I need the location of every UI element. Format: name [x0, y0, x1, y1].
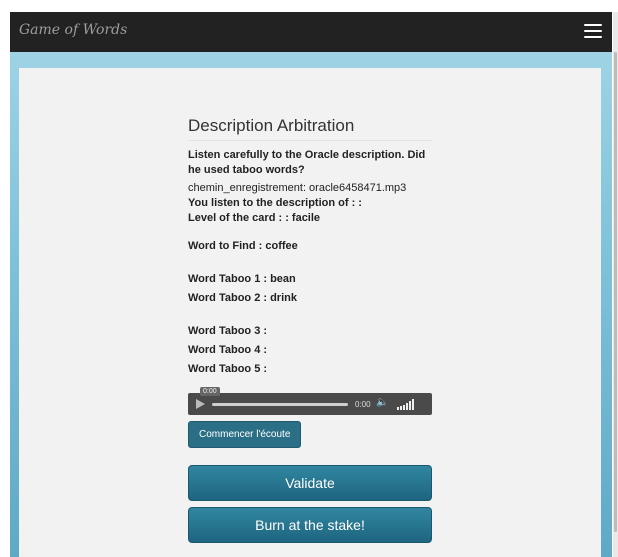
taboo-word-2: Word Taboo 2 : drink [188, 292, 297, 304]
taboo-word-3: Word Taboo 3 : [188, 325, 268, 337]
listen-to-text: You listen to the description of : : [188, 197, 362, 209]
audio-player: 0:00 0:00 🔈 [188, 387, 432, 415]
brand-logo[interactable]: Game of Words [19, 22, 127, 38]
taboo-word-5: Word Taboo 5 : [188, 363, 268, 375]
play-icon[interactable] [196, 399, 205, 409]
burn-button[interactable]: Burn at the stake! [188, 507, 432, 543]
word-to-find: Word to Find : coffee [188, 240, 298, 252]
scrollbar-thumb[interactable] [614, 52, 617, 532]
hamburger-icon[interactable] [584, 24, 602, 38]
scrollbar[interactable] [613, 12, 618, 557]
current-time: 0:00 [355, 400, 371, 409]
page-title: Description Arbitration [188, 116, 432, 141]
instruction-text: Listen carefully to the Oracle descripti… [188, 149, 426, 176]
navbar: Game of Words [10, 12, 612, 52]
start-listening-button[interactable]: Commencer l'écoute [188, 421, 302, 448]
volume-bars-icon[interactable] [397, 399, 415, 410]
taboo-word-1: Word Taboo 1 : bean [188, 273, 296, 285]
time-tooltip: 0:00 [200, 387, 220, 396]
card-level: Level of the card : : facile [188, 212, 321, 224]
taboo-word-4: Word Taboo 4 : [188, 344, 268, 356]
validate-button[interactable]: Validate [188, 465, 432, 501]
volume-icon[interactable]: 🔈 [376, 397, 388, 408]
progress-track[interactable] [212, 403, 348, 406]
recording-path: chemin_enregistrement: oracle6458471.mp3 [188, 182, 407, 194]
arbitration-content: Description Arbitration Listen carefully… [188, 116, 432, 543]
